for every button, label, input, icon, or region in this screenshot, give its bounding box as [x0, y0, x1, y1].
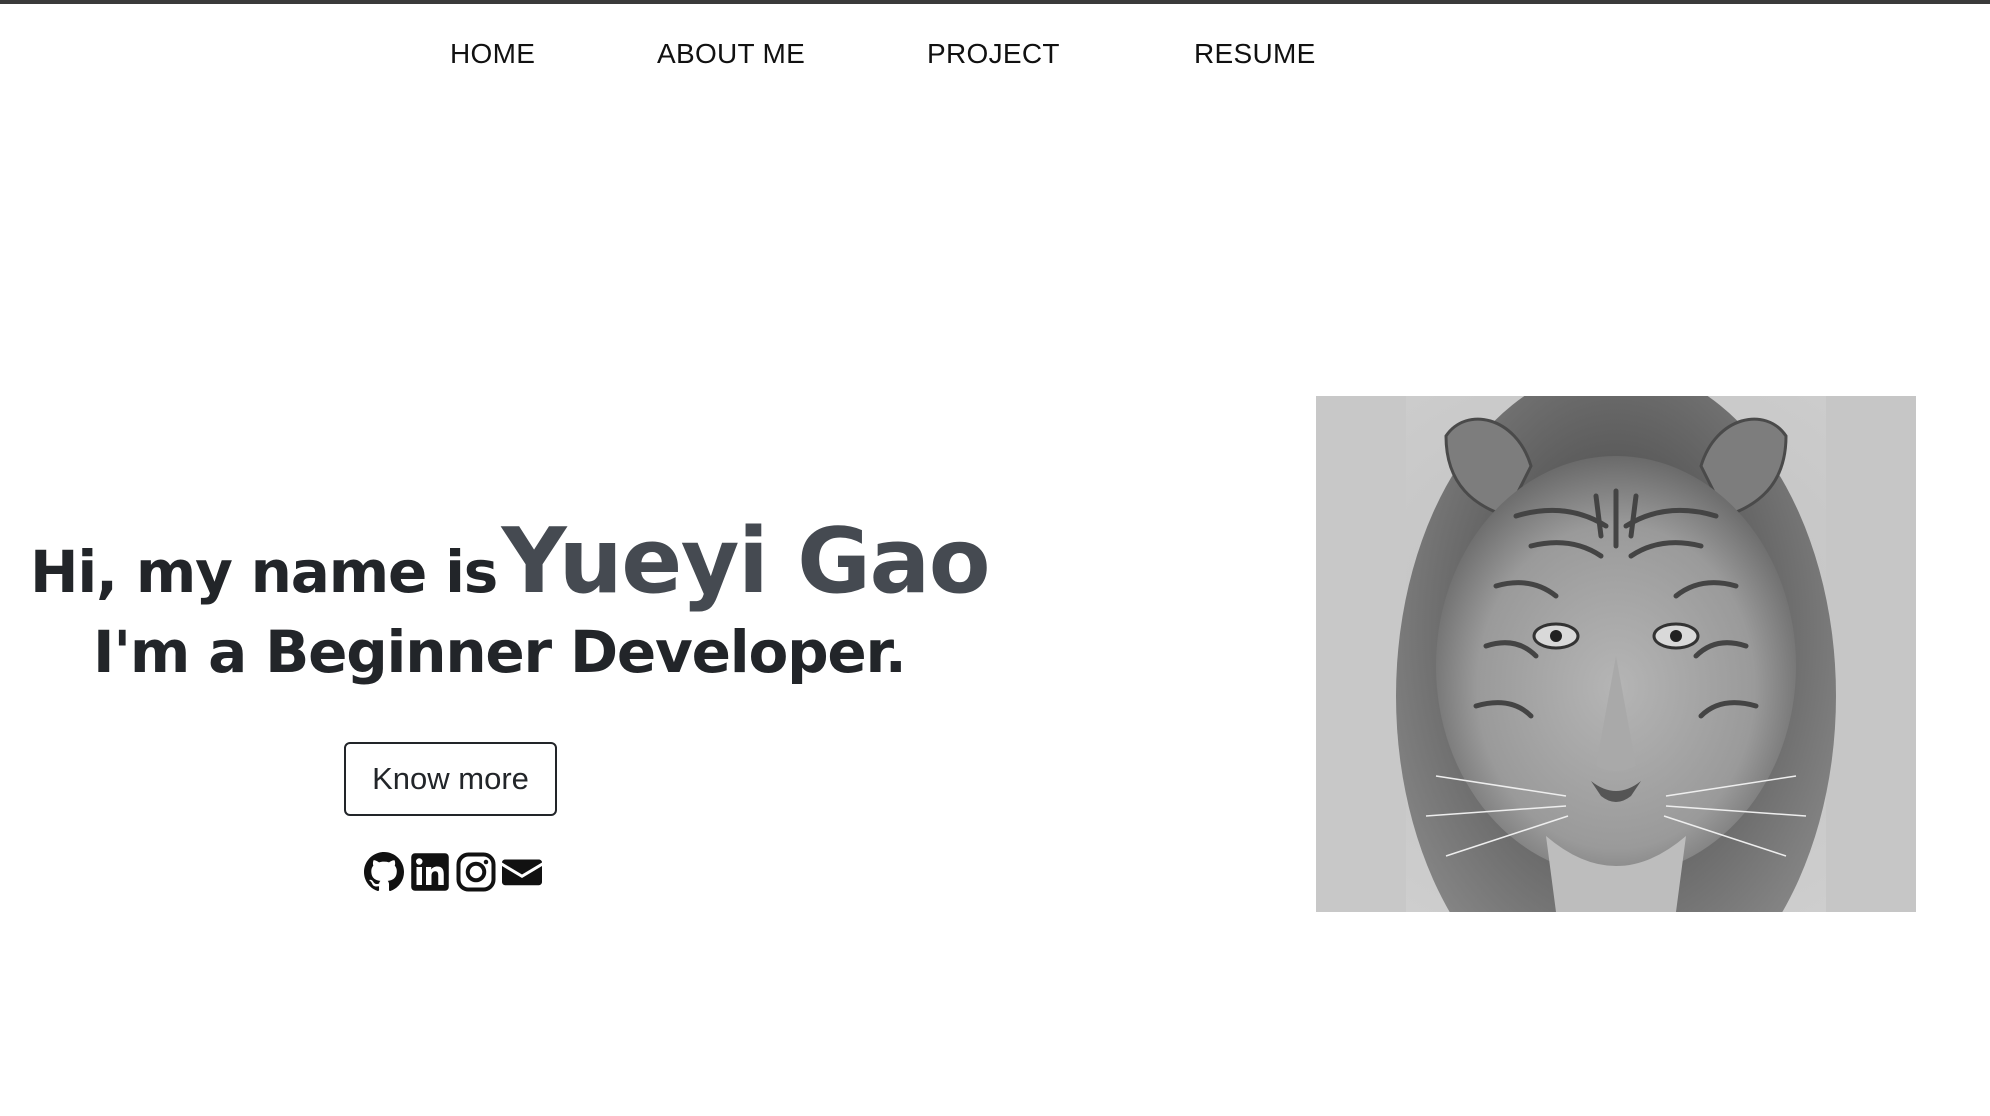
linkedin-link[interactable] — [410, 852, 450, 892]
nav-home[interactable]: HOME — [450, 38, 535, 70]
linkedin-icon — [410, 852, 450, 892]
github-link[interactable] — [364, 852, 404, 892]
hero-name: Yueyi Gao — [501, 509, 991, 614]
hero-tagline: I'm a Beginner Developer. — [93, 618, 907, 686]
nav-resume[interactable]: RESUME — [1194, 38, 1316, 70]
nav-about-me[interactable]: ABOUT ME — [657, 38, 805, 70]
email-link[interactable] — [502, 852, 542, 892]
page: HOME ABOUT ME PROJECT RESUME Hi, my name… — [0, 0, 1990, 1116]
email-icon — [502, 852, 542, 892]
know-more-button[interactable]: Know more — [344, 742, 557, 816]
top-nav: HOME ABOUT ME PROJECT RESUME — [0, 4, 1990, 104]
github-icon — [364, 852, 404, 892]
instagram-link[interactable] — [456, 852, 496, 892]
hero-intro: Hi, my name is — [30, 538, 498, 606]
nav-project[interactable]: PROJECT — [927, 38, 1060, 70]
instagram-icon — [456, 852, 496, 892]
hero-heading: Hi, my name is Yueyi Gao — [30, 509, 991, 614]
social-links — [364, 851, 542, 893]
profile-photo — [1316, 396, 1916, 912]
